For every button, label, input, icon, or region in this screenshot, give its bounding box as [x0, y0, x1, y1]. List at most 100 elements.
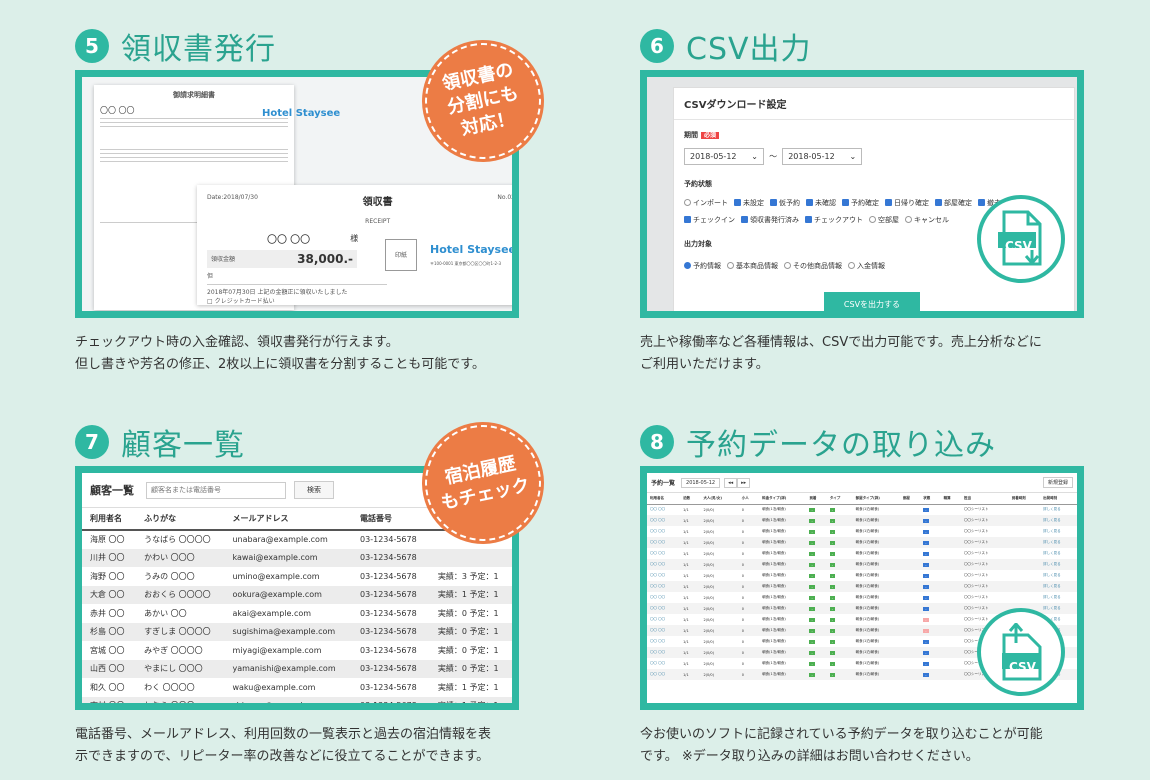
status-checkbox[interactable]: 仮予約: [770, 197, 800, 210]
table-row[interactable]: 赤井 〇〇 あかい 〇〇 akai@example.com 03-1234-5678 実…: [82, 604, 512, 623]
date-to-select[interactable]: 2018-05-12 ⌄: [782, 148, 863, 165]
table-cell: 03-1234-5678: [352, 622, 430, 641]
table-row[interactable]: 〇〇 〇〇 1/1 2(0/0) 0 朝食(1泊/朝食) - - 朝食(1泊/朝食) - 〇〇シー…: [647, 515, 1077, 526]
status-checkbox[interactable]: 未確認: [806, 197, 836, 210]
table-row[interactable]: 〇〇 〇〇 1/1 2(0/0) 0 朝食(1泊/朝食) - - 朝食(1泊/朝食) - 〇〇シー…: [647, 504, 1077, 515]
table-cell: 朝食(1泊/朝食): [759, 669, 807, 680]
table-cell: 朝食(1泊/朝食): [853, 504, 900, 515]
table-cell: 2(0/0): [700, 548, 738, 559]
table-cell: -: [827, 614, 853, 625]
table-cell: あかい 〇〇: [144, 608, 187, 618]
table-cell: 0: [739, 592, 759, 603]
table-row[interactable]: 和久 〇〇 わく 〇〇〇〇 waku@example.com 03-1234-5678…: [82, 678, 512, 697]
csv-icon-label: CSV: [1009, 660, 1036, 674]
table-cell: 1/1: [680, 526, 700, 537]
status-checkbox[interactable]: チェックイン: [684, 214, 735, 227]
table-cell: [1009, 570, 1040, 581]
cell-value: 朝食(1泊/朝食): [762, 540, 786, 544]
target-radio[interactable]: その他商品情報: [784, 261, 842, 271]
table-cell: 実績：1 予定：1: [429, 696, 512, 703]
cell-value: 2(0/0): [703, 562, 715, 567]
status-checkbox[interactable]: 未設定: [734, 197, 764, 210]
table-cell: 朝食(1泊/朝食): [759, 537, 807, 548]
status-checkbox[interactable]: 領収書発行済み: [741, 214, 799, 227]
table-row[interactable]: 杉島 〇〇 すぎしま 〇〇〇〇 sugishima@example.com 03-12…: [82, 622, 512, 641]
cell-value: 2(0/0): [703, 529, 715, 534]
checkbox-icon: [842, 199, 849, 206]
table-cell: 1/1: [680, 559, 701, 570]
table-cell: [1008, 515, 1041, 526]
prev-button[interactable]: ◂◂: [724, 477, 738, 488]
table-cell: [940, 537, 962, 548]
cell-value: 〇〇 〇〇: [650, 595, 666, 599]
status-checkbox[interactable]: 予約確定: [842, 197, 879, 210]
cell-value: 朝食(1泊/朝食): [855, 639, 880, 643]
table-row[interactable]: 山西 〇〇 やまにし 〇〇〇 yamanishi@example.com 03-123…: [82, 659, 512, 678]
table-cell: 1/1: [680, 548, 700, 559]
search-button[interactable]: 検索: [294, 481, 334, 499]
cell-value: 詳しく見る: [1043, 507, 1061, 512]
table-cell: やまにし 〇〇〇: [136, 659, 225, 678]
cell-value: -: [829, 507, 836, 512]
table-cell: 詳しく見る: [1040, 570, 1077, 581]
status-label: 未設定: [743, 199, 764, 207]
cell-value: 1/1: [683, 573, 689, 578]
cell-value: -: [923, 518, 929, 523]
table-cell: [941, 570, 961, 581]
table-row[interactable]: 〇〇 〇〇 1/1 2(0/0) 0 朝食(1泊/朝食) - - 朝食(1泊/朝食) - 〇〇シー…: [647, 559, 1077, 570]
cell-value: 朝食(1泊/朝食): [762, 628, 786, 632]
table-row[interactable]: 〇〇 〇〇 1/1 2(0/0) 0 朝食(1泊/朝食) - - 朝食(1泊/朝食) - 〇〇シー…: [647, 570, 1077, 581]
receipt-address: 〒100-0001 東京都〇〇区〇〇町1-2-3: [430, 261, 502, 266]
target-radio[interactable]: 予約情報: [684, 261, 721, 271]
checkbox-icon: [734, 199, 741, 206]
column-header: 到着時刻: [1008, 493, 1041, 505]
next-button[interactable]: ▸▸: [737, 477, 751, 488]
status-label: 予約確定: [851, 199, 879, 207]
table-cell: 詳しく見る: [1040, 526, 1077, 537]
status-checkbox[interactable]: キャンセル: [905, 214, 949, 227]
table-cell: [1009, 504, 1040, 515]
table-cell: 〇〇 〇〇: [647, 537, 681, 548]
table-cell: [899, 559, 921, 570]
customer-search-input[interactable]: [146, 481, 286, 499]
table-row[interactable]: 海原 〇〇 うなばら 〇〇〇〇 unabara@example.com 03-1234…: [82, 530, 512, 549]
cell-value: 0: [741, 595, 745, 600]
target-radio[interactable]: 基本商品情報: [727, 261, 778, 271]
cell-value: 〇〇シーリスト: [964, 595, 989, 599]
cell-value: 〇〇 〇〇: [650, 639, 666, 643]
column-header: 泊数: [680, 493, 701, 505]
table-cell: [899, 603, 921, 614]
table-row[interactable]: 川井 〇〇 かわい 〇〇〇 kawai@example.com 03-1234-567…: [82, 548, 512, 567]
cell-value: -: [923, 639, 929, 644]
status-checkbox[interactable]: インポート: [684, 197, 728, 210]
table-row[interactable]: 〇〇 〇〇 1/1 2(0/0) 0 朝食(1泊/朝食) - - 朝食(1泊/朝食) - 〇〇シー…: [647, 526, 1077, 537]
target-radio[interactable]: 入金情報: [848, 261, 885, 271]
target-label: その他商品情報: [793, 262, 842, 270]
table-cell: おおくら 〇〇〇〇: [136, 585, 225, 604]
table-cell: [940, 647, 962, 658]
reservation-date[interactable]: 2018-05-12: [681, 477, 721, 488]
table-row[interactable]: 志村 〇〇 しむら 〇〇〇 shimura@example.com 03-1234-5…: [82, 696, 512, 703]
table-cell: 1/1: [680, 581, 701, 592]
table-row[interactable]: 〇〇 〇〇 1/1 2(0/0) 0 朝食(1泊/朝食) - - 朝食(1泊/朝食) - 〇〇シー…: [647, 592, 1077, 603]
table-row[interactable]: 〇〇 〇〇 1/1 2(0/0) 0 朝食(1泊/朝食) - - 朝食(1泊/朝食) - 〇〇シー…: [647, 548, 1077, 559]
status-checkbox[interactable]: 部屋確定: [935, 197, 972, 210]
date-from-value: 2018-05-12: [690, 152, 737, 161]
status-checkbox[interactable]: 日帰り確定: [885, 197, 929, 210]
export-csv-button[interactable]: CSVを出力する: [824, 292, 920, 311]
status-checkbox[interactable]: 空部屋: [869, 214, 899, 227]
cell-value: 朝食(1泊/朝食): [855, 606, 880, 610]
status-checkbox[interactable]: チェックアウト: [805, 214, 863, 227]
desc-line: 今お使いのソフトに記録されている予約データを取り込むことが可能: [640, 727, 1043, 742]
cell-value: -: [809, 540, 815, 545]
checkbox-icon: [885, 199, 892, 206]
table-row[interactable]: 大倉 〇〇 おおくら 〇〇〇〇 ookura@example.com 03-1234-…: [82, 585, 512, 604]
new-reservation-button[interactable]: 新規登録: [1042, 477, 1073, 488]
table-row[interactable]: 宮城 〇〇 みやぎ 〇〇〇〇 miyagi@example.com 03-1234-5…: [82, 641, 512, 660]
table-row[interactable]: 〇〇 〇〇 1/1 2(0/0) 0 朝食(1泊/朝食) - - 朝食(1泊/朝食) - 〇〇シー…: [647, 537, 1077, 548]
date-from-select[interactable]: 2018-05-12 ⌄: [684, 148, 764, 165]
table-row[interactable]: 海野 〇〇 うみの 〇〇〇 umino@example.com 03-1234-567…: [82, 567, 512, 586]
table-cell: 朝食(1泊/朝食): [853, 592, 900, 603]
cell-value: 朝食(1泊/朝食): [855, 562, 880, 566]
table-row[interactable]: 〇〇 〇〇 1/1 2(0/0) 0 朝食(1泊/朝食) - - 朝食(1泊/朝食) - 〇〇シー…: [647, 581, 1077, 592]
